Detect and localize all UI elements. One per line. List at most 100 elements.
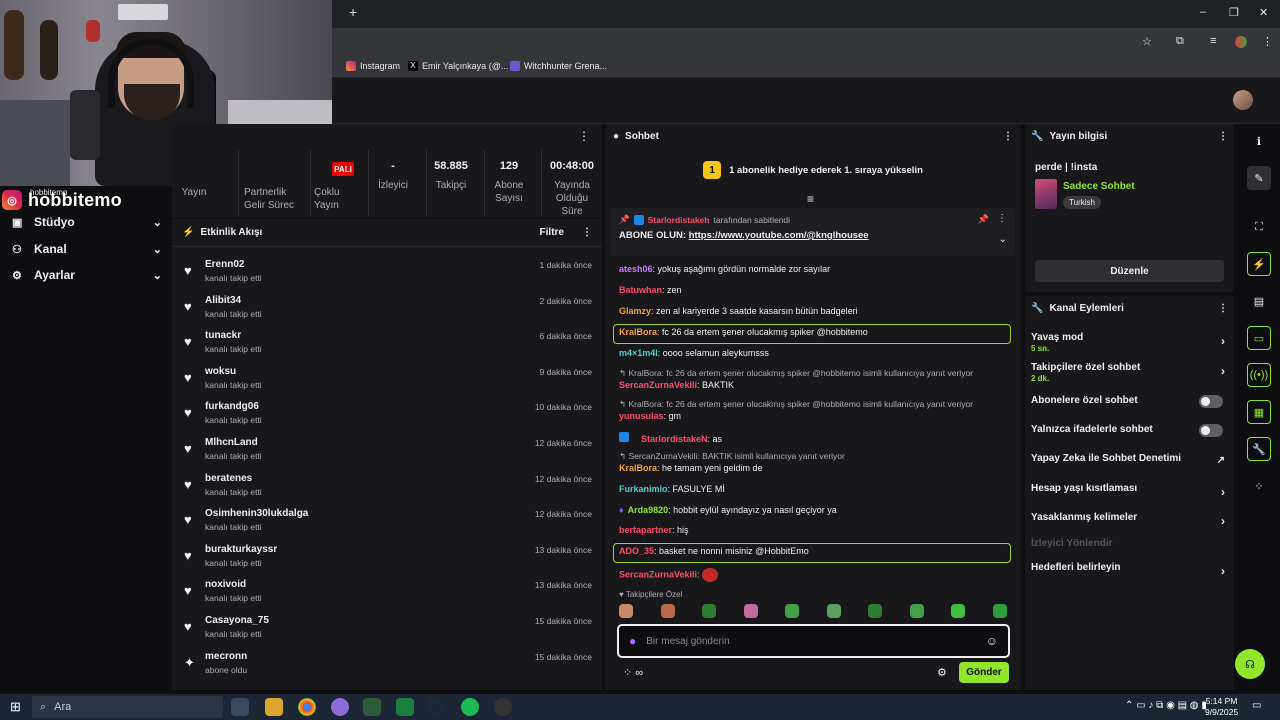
channel-action-row[interactable]: Hesap yaşı kısıtlaması ›: [1031, 483, 1229, 499]
nav-item-settings[interactable]: ⚙ Ayarlar ⌄: [12, 264, 162, 286]
emote-button[interactable]: [743, 604, 758, 618]
chat-message[interactable]: Glamzy: zen al kariyerde 3 saatde kasars…: [619, 306, 1015, 316]
channel-action-row[interactable]: Yapay Zeka ile Sohbet Denetimi ↗: [1031, 453, 1229, 466]
chat-message[interactable]: Furkanimio: FASULYE Mİ: [619, 484, 1015, 494]
feed-item[interactable]: ♥ MlhcnLand kanalı takip etti 12 dakika önc…: [184, 433, 592, 467]
feed-menu-icon[interactable]: ⋮: [582, 227, 592, 238]
notification-icon[interactable]: ▭: [1252, 700, 1261, 711]
bookmark-x[interactable]: X Emir Yalçınkaya (@...: [408, 61, 508, 71]
feed-item[interactable]: ♥ Alibit34 kanalı takip etti 2 dakika önce: [184, 291, 592, 325]
chat-message[interactable]: SercanZurnaVekili:: [619, 568, 1015, 582]
new-tab-button[interactable]: +: [349, 4, 357, 20]
chat-username[interactable]: StarlordistakeN: [641, 434, 708, 444]
avatar[interactable]: [1233, 90, 1253, 110]
toggle-switch[interactable]: [1199, 395, 1223, 408]
actions-menu-icon[interactable]: ⋮: [1218, 303, 1228, 314]
mic-icon[interactable]: ●: [629, 634, 636, 648]
toggle-switch[interactable]: [1199, 424, 1223, 437]
pinned-message[interactable]: 📌 Starlordistakeh tarafından sabitlendi …: [611, 208, 1015, 256]
emote-button[interactable]: [992, 604, 1007, 618]
feed-item[interactable]: ♥ Casayona_75 kanalı takip etti 15 dakika ö…: [184, 611, 592, 645]
chat-message[interactable]: bertapartner: hiş: [619, 525, 1015, 535]
emote-button[interactable]: [660, 604, 675, 618]
stats-menu-icon[interactable]: ⋮: [578, 129, 590, 143]
chat-settings-icon[interactable]: ⚙: [937, 666, 947, 679]
windows-start-icon[interactable]: ⊞: [10, 699, 21, 715]
channel-action-row[interactable]: Abonelere özel sohbet: [1031, 395, 1229, 408]
layout-icon[interactable]: ▦: [1247, 400, 1271, 424]
emote-button[interactable]: [619, 604, 633, 618]
chat-menu-icon[interactable]: ⋮: [1003, 131, 1013, 142]
feed-item[interactable]: ♥ noxivoid kanalı takip etti 13 dakika önce: [184, 575, 592, 609]
profile-icon[interactable]: [1235, 36, 1247, 48]
steam-icon[interactable]: [428, 698, 446, 716]
feed-item[interactable]: ✦ mecronn abone oldu 15 dakika önce: [184, 647, 592, 681]
chat-username[interactable]: bertapartner: [619, 525, 672, 535]
emote-button[interactable]: [951, 604, 965, 618]
chat-message[interactable]: ♦ Arda9820: hobbit eylül ayındayız ya nas…: [619, 505, 1015, 515]
chat-icon[interactable]: ▭: [1247, 326, 1271, 350]
channel-action-row[interactable]: Yalnızca ifadelerle sohbet: [1031, 424, 1229, 437]
extensions-icon[interactable]: ⧉: [1176, 35, 1184, 48]
nav-item-studio[interactable]: ▣ Stüdyo ⌄: [12, 211, 162, 233]
browser-menu-icon[interactable]: ⋮: [1262, 35, 1273, 48]
info-icon[interactable]: ℹ: [1247, 129, 1271, 153]
chat-message-input[interactable]: [646, 635, 976, 647]
task-view-icon[interactable]: [231, 698, 249, 716]
close-window-button[interactable]: ✕: [1259, 6, 1268, 19]
chat-message[interactable]: Batuwhan: zen: [619, 285, 1015, 295]
chat-message[interactable]: KralBora: he tamam yeni geldim de: [619, 463, 1015, 473]
chat-username[interactable]: Arda9820: [628, 505, 669, 515]
wrench-icon[interactable]: 🔧: [1247, 437, 1271, 461]
emoji-icon[interactable]: ☺: [986, 634, 998, 648]
bookmark-witchhunter[interactable]: Witchhunter Grena...: [510, 61, 607, 71]
emote-button[interactable]: [702, 604, 716, 618]
reading-list-icon[interactable]: ≡: [1210, 35, 1216, 47]
chat-username[interactable]: m4×1m4l: [619, 348, 658, 358]
kick-icon[interactable]: [396, 698, 414, 716]
feed-item[interactable]: ♥ tunackr kanalı takip etti 6 dakika önce: [184, 326, 592, 360]
chat-username[interactable]: Furkanimio: [619, 484, 668, 494]
chat-username[interactable]: SercanZurnaVekili: [619, 380, 697, 390]
channel-points-icon[interactable]: ⁘ ∞: [623, 666, 643, 679]
chat-username[interactable]: KralBora: [619, 327, 657, 337]
chat-message[interactable]: SercanZurnaVekili: BAKTIK: [619, 380, 1015, 390]
feed-item[interactable]: ♥ furkandg06 kanalı takip etti 10 dakika ön…: [184, 397, 592, 431]
reply-context[interactable]: ↰ SercanZurnaVekili: BAKTIK isimli kulla…: [619, 451, 845, 462]
info-menu-icon[interactable]: ⋮: [1218, 131, 1228, 142]
gift-leaderboard-banner[interactable]: 1 1 abonelik hediye ederek 1. sıraya yük…: [605, 160, 1021, 180]
chrome-icon[interactable]: [298, 698, 316, 716]
reply-context[interactable]: ↰ KralBora: fc 26 da ertem şener olucakm…: [619, 368, 973, 379]
emote-button[interactable]: [868, 604, 882, 618]
puzzle-icon[interactable]: ⁘: [1247, 474, 1271, 498]
chat-username[interactable]: Batuwhan: [619, 285, 662, 295]
bookmark-star-icon[interactable]: ☆: [1142, 35, 1152, 48]
crop-icon[interactable]: ⛶: [1247, 215, 1271, 239]
pinned-link[interactable]: https://www.youtube.com/@knglhousee: [689, 230, 869, 241]
chat-message[interactable]: StarlordistakeN: as: [619, 432, 1015, 444]
emote-button[interactable]: [909, 604, 924, 618]
minimize-button[interactable]: –: [1200, 6, 1206, 18]
channel-action-row[interactable]: Takipçilere özel sohbet 2 dk. ›: [1031, 362, 1229, 383]
spotify-icon[interactable]: [461, 698, 479, 716]
chevron-down-icon[interactable]: ⌄: [999, 234, 1007, 245]
chat-username[interactable]: Glamzy: [619, 306, 651, 316]
discord-icon[interactable]: [331, 698, 349, 716]
broadcast-icon[interactable]: ((•)): [1247, 363, 1271, 387]
support-icon[interactable]: ☊: [1235, 649, 1265, 679]
app-icon[interactable]: [363, 698, 381, 716]
feed-item[interactable]: ♥ beratenes kanalı takip etti 12 dakika önc…: [184, 469, 592, 503]
document-icon[interactable]: ▤: [1247, 289, 1271, 313]
edit-button[interactable]: Düzenle: [1035, 260, 1224, 282]
chat-message[interactable]: ADO_35: basket ne nonni misiniz @HobbitE…: [619, 546, 1015, 556]
unpin-icon[interactable]: 📌: [978, 214, 989, 225]
taskbar-search[interactable]: ⌕ Ara: [32, 696, 223, 718]
feed-item[interactable]: ♥ Erenn02 kanalı takip etti 1 dakika önce: [184, 255, 592, 289]
emote-button[interactable]: [826, 604, 841, 618]
chat-username[interactable]: SercanZurnaVekili: [619, 569, 697, 579]
chat-message[interactable]: KralBora: fc 26 da ertem şener olucakmış…: [619, 327, 1015, 337]
tray-icons[interactable]: ⌃ ▭ ♪ ⧉ ◉ ▤ ◍ ▮: [1125, 700, 1207, 711]
send-button[interactable]: Gönder: [959, 662, 1009, 683]
chat-username[interactable]: yunusulas: [619, 411, 664, 421]
emote-button[interactable]: [785, 604, 799, 618]
